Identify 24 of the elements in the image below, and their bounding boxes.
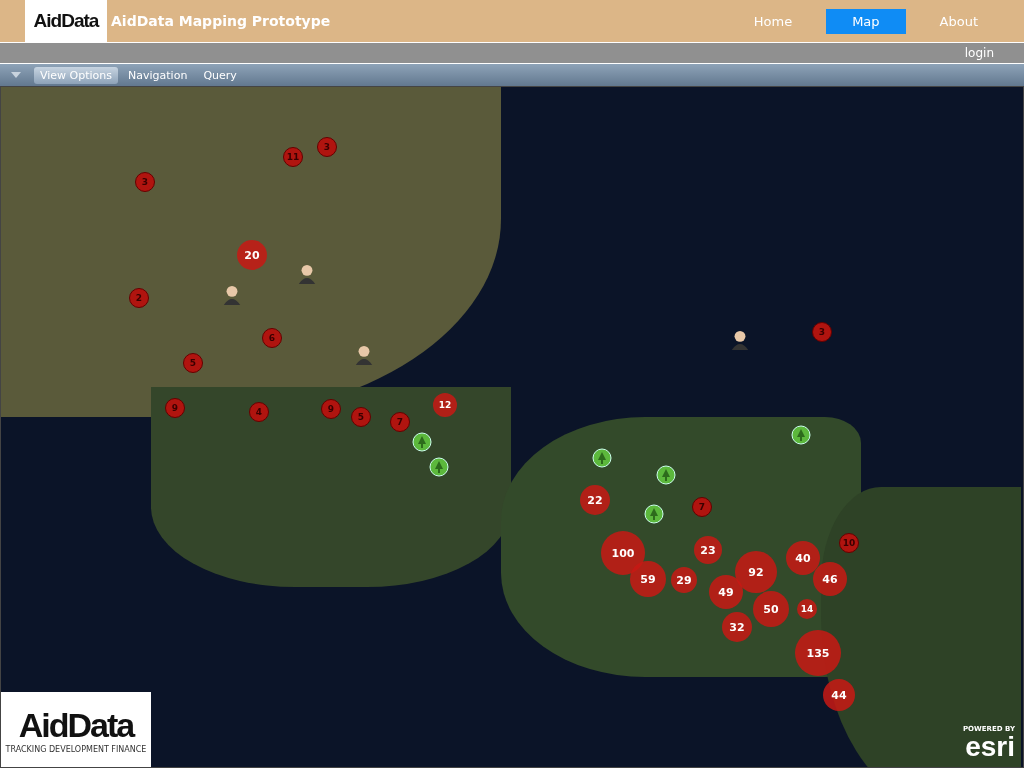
cluster-marker[interactable]: 3 [812,322,832,342]
tree-marker-icon[interactable] [791,424,811,446]
login-link[interactable]: login [964,46,994,60]
tree-marker-icon[interactable] [644,503,664,525]
nav-link[interactable]: About [913,8,1004,34]
toolbar-tab[interactable]: Query [197,66,243,84]
tree-marker-icon[interactable] [412,431,432,453]
person-marker-icon[interactable] [730,329,750,351]
nav-link[interactable]: Home [727,8,819,34]
tree-marker-icon[interactable] [429,456,449,478]
tree-marker-icon[interactable] [656,464,676,486]
toolbar-tab[interactable]: Navigation [122,66,194,84]
app-title: AidData Mapping Prototype [111,13,331,29]
cluster-marker[interactable]: 44 [823,679,855,711]
person-marker-icon[interactable] [222,284,242,306]
person-marker-icon[interactable] [297,263,317,285]
logo-tagline: TRACKING DEVELOPMENT FINANCE [5,744,147,754]
person-marker-icon[interactable] [354,344,374,366]
logo-wordmark: AidData [18,705,134,745]
aiddata-logo[interactable]: AidData [25,0,107,42]
nav-link[interactable]: Map [826,8,906,34]
tree-marker-icon[interactable] [592,447,612,469]
esri-wordmark: esri [965,733,1015,761]
toolbar-tab[interactable]: View Options [34,66,119,84]
